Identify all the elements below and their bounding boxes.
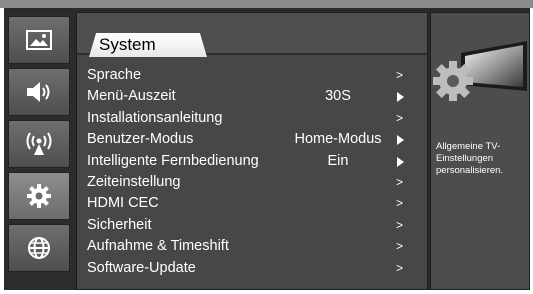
sidebar-item-network[interactable] [8,224,70,272]
menu-item-label: Intelligente Fernbedienung [87,152,259,169]
globe-icon [28,237,50,259]
chevron-right-icon: > [395,174,403,189]
system-menu-panel: System Sprache > Menü-Auszeit 30S Installati… [76,12,428,290]
menu-item-value: Home-Modus [294,131,382,148]
info-panel: Allgemeine TV-Einstellungen personalisie… [430,12,530,290]
gear-icon [27,184,51,208]
picture-icon [26,30,52,50]
sidebar-item-picture[interactable] [8,16,70,64]
sidebar-item-sound[interactable] [8,68,70,116]
submenu-triangle-icon [397,135,404,146]
menu-item-label: Aufnahme & Timeshift [87,238,229,255]
menu-item-label: Sicherheit [87,216,152,233]
menu-item-value: 30S [325,88,351,105]
speaker-icon [27,82,50,102]
chevron-right-icon: > [395,217,403,232]
menu-item[interactable]: Sicherheit > [87,215,417,236]
submenu-triangle-icon [397,156,404,167]
chevron-right-icon: > [395,239,403,254]
menu-item-label: Sprache [87,67,142,83]
menu-item-label: Menü-Auszeit [87,88,176,105]
category-sidebar [4,12,74,290]
settings-gear-tv-icon [433,41,527,101]
system-menu-list: Sprache > Menü-Auszeit 30S Installationsanle… [87,65,417,279]
menu-item-value: Ein [327,152,349,169]
menu-item[interactable]: Aufnahme & Timeshift > [87,236,417,257]
menu-item[interactable]: Menü-Auszeit 30S [87,86,417,107]
info-description: Allgemeine TV-Einstellungen personalisie… [436,141,504,176]
menu-item-label: Benutzer-Modus [87,131,194,148]
menu-item[interactable]: HDMI CEC > [87,193,417,214]
menu-item-label: Zeiteinstellung [87,173,181,190]
chevron-right-icon: > [395,196,403,211]
top-border [0,0,533,8]
tab-system-label: System [99,35,156,54]
submenu-triangle-icon [397,92,404,103]
menu-item-label: Software-Update [87,259,196,276]
menu-item-label: HDMI CEC [87,195,159,212]
chevron-right-icon: > [395,68,403,82]
menu-item[interactable]: Sprache > [87,65,417,86]
menu-item[interactable]: Intelligente Fernbedienung Ein [87,151,417,172]
chevron-right-icon: > [395,260,403,275]
sidebar-item-system[interactable] [8,172,70,220]
sidebar-item-channel[interactable] [8,120,70,168]
menu-item[interactable]: Installationsanleitung > [87,108,417,129]
menu-item-label: Installationsanleitung [87,109,223,126]
antenna-icon [26,132,52,155]
menu-item[interactable]: Software-Update > [87,258,417,279]
chevron-right-icon: > [395,110,403,125]
menu-item[interactable]: Zeiteinstellung > [87,172,417,193]
menu-item[interactable]: Benutzer-Modus Home-Modus [87,129,417,150]
